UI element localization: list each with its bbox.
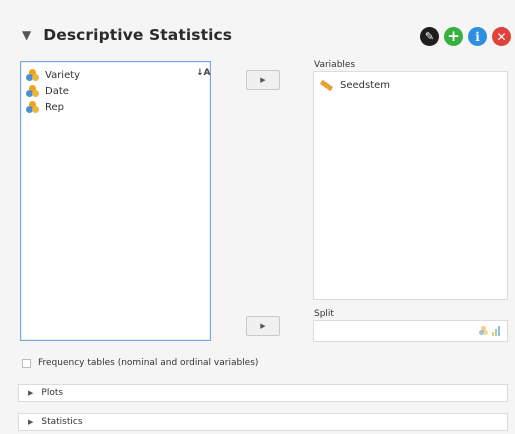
variables-label: Variables	[314, 60, 356, 70]
frequency-tables-checkbox[interactable]	[22, 358, 31, 368]
nominal-icon	[26, 68, 39, 82]
variables-list[interactable]: Seedstem	[313, 71, 508, 300]
variable-label: Date	[45, 85, 69, 97]
section-label: Plots	[41, 388, 64, 398]
section-label: Statistics	[41, 417, 83, 427]
scale-ruler-icon	[319, 79, 334, 92]
collapse-triangle-icon[interactable]: ▼	[22, 28, 31, 42]
expand-triangle-icon: ▶	[28, 418, 34, 426]
sort-icon[interactable]: ↓A	[196, 68, 211, 78]
available-variables-list[interactable]: Variety Date Rep ↓A	[20, 61, 211, 341]
variable-item-variety[interactable]: Variety	[21, 67, 210, 83]
variable-label: Rep	[45, 101, 64, 113]
analysis-header[interactable]: ▼ Descriptive Statistics	[22, 26, 232, 44]
variable-item-seedstem[interactable]: Seedstem	[314, 72, 507, 92]
info-icon[interactable]: i	[468, 27, 487, 46]
expand-triangle-icon: ▶	[28, 389, 34, 397]
variable-item-date[interactable]: Date	[21, 83, 210, 99]
nominal-icon	[26, 100, 39, 114]
ordinal-type-icon	[492, 326, 502, 336]
nominal-icon	[26, 84, 39, 98]
variable-label: Seedstem	[340, 80, 391, 91]
edit-icon[interactable]: ✎	[420, 27, 439, 46]
split-label: Split	[314, 309, 334, 319]
frequency-tables-label: Frequency tables (nominal and ordinal va…	[38, 358, 259, 368]
frequency-tables-option[interactable]: Frequency tables (nominal and ordinal va…	[22, 358, 258, 368]
variable-label: Variety	[45, 69, 81, 81]
split-box[interactable]	[313, 320, 508, 342]
assign-split-button[interactable]: ▶	[246, 316, 280, 336]
section-plots[interactable]: ▶ Plots	[18, 384, 508, 402]
assign-variables-button[interactable]: ▶	[246, 70, 280, 90]
variable-item-rep[interactable]: Rep	[21, 99, 210, 115]
section-statistics[interactable]: ▶ Statistics	[18, 413, 508, 431]
close-icon[interactable]: ✕	[492, 27, 511, 46]
add-icon[interactable]: +	[444, 27, 463, 46]
analysis-title: Descriptive Statistics	[43, 26, 233, 44]
nominal-type-icon	[479, 326, 489, 336]
